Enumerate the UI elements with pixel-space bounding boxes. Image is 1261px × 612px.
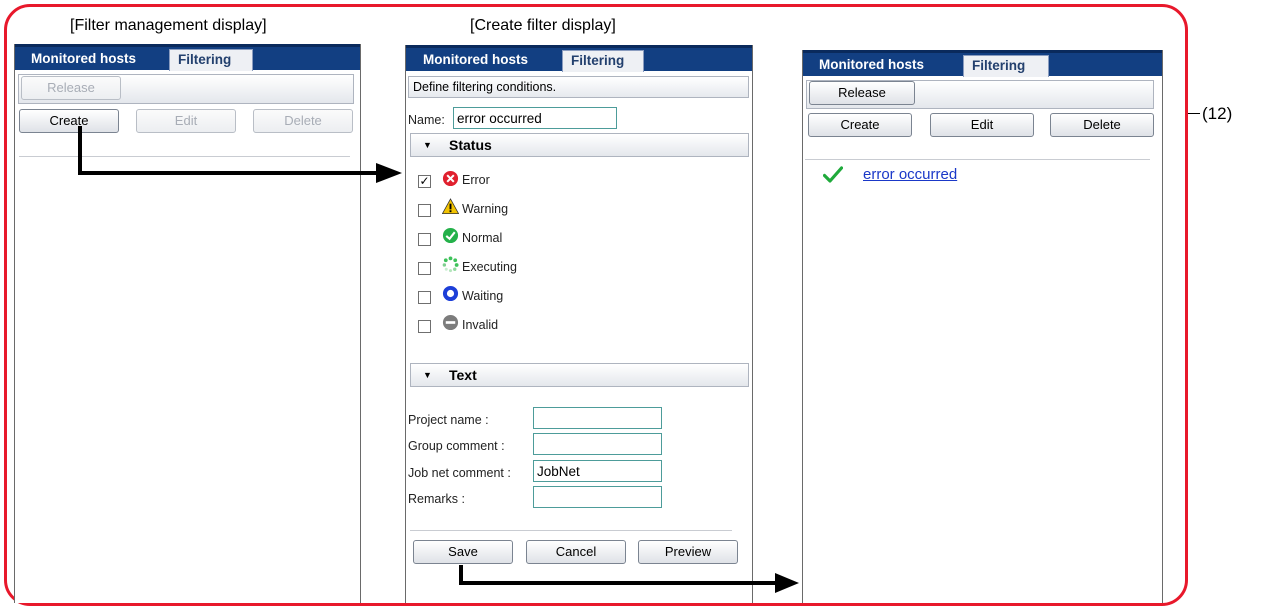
tab-bar: Monitored hosts Filtering: [406, 45, 752, 72]
group-comment-input[interactable]: [533, 433, 662, 455]
error-checkbox[interactable]: ✓: [418, 175, 431, 188]
tab-monitored-hosts[interactable]: Monitored hosts: [811, 55, 932, 77]
text-section-title: Text: [449, 367, 477, 383]
cancel-button[interactable]: Cancel: [526, 540, 626, 564]
status-label-invalid: Invalid: [462, 318, 499, 332]
waiting-icon: [442, 285, 459, 302]
description-bar: Define filtering conditions.: [408, 76, 749, 98]
job-net-comment-input[interactable]: [533, 460, 662, 482]
group-comment-label: Group comment :: [408, 439, 505, 453]
tab-monitored-hosts[interactable]: Monitored hosts: [415, 50, 536, 72]
remarks-label: Remarks :: [408, 492, 465, 506]
tab-filtering[interactable]: Filtering: [562, 50, 644, 72]
delete-button[interactable]: Delete: [253, 109, 353, 133]
filter-link-error-occurred[interactable]: error occurred: [863, 166, 957, 183]
tab-bar: Monitored hosts Filtering: [803, 50, 1162, 77]
edit-button[interactable]: Edit: [930, 113, 1034, 137]
invalid-checkbox[interactable]: [418, 320, 431, 333]
arrow-save-horizontal: [459, 581, 777, 585]
collapse-triangle-icon: ▼: [423, 370, 432, 380]
warning-icon: [442, 198, 459, 214]
remarks-input[interactable]: [533, 486, 662, 508]
create-filter-panel: Monitored hosts Filtering Define filteri…: [405, 45, 753, 603]
waiting-checkbox[interactable]: [418, 291, 431, 304]
job-net-comment-label: Job net comment :: [408, 466, 511, 480]
status-section-title: Status: [449, 137, 492, 153]
status-label-error: Error: [462, 173, 490, 187]
create-button[interactable]: Create: [19, 109, 119, 133]
status-label-warning: Warning: [462, 202, 509, 216]
executing-icon: [442, 256, 459, 273]
caption-filter-management: [Filter management display]: [70, 17, 267, 34]
tab-monitored-hosts[interactable]: Monitored hosts: [23, 49, 144, 71]
tab-filtering[interactable]: Filtering: [963, 55, 1049, 77]
project-name-input[interactable]: [533, 407, 662, 429]
collapse-triangle-icon: ▼: [423, 140, 432, 150]
status-label-waiting: Waiting: [462, 289, 504, 303]
separator: [19, 156, 350, 157]
tab-bar: Monitored hosts Filtering: [15, 44, 360, 71]
save-button[interactable]: Save: [413, 540, 513, 564]
checkmark-icon: [823, 166, 843, 183]
name-input[interactable]: [453, 107, 617, 129]
callout-label: (12): [1202, 104, 1233, 123]
normal-icon: [442, 227, 459, 244]
status-label-executing: Executing: [462, 260, 517, 274]
release-button[interactable]: Release: [21, 76, 121, 100]
executing-checkbox[interactable]: [418, 262, 431, 275]
separator: [410, 530, 732, 531]
status-section-header[interactable]: ▼ Status: [410, 133, 749, 157]
warning-checkbox[interactable]: [418, 204, 431, 217]
preview-button[interactable]: Preview: [638, 540, 738, 564]
arrow-create-horizontal: [78, 171, 378, 175]
arrow-head-icon: [775, 573, 799, 593]
callout-line: [1188, 113, 1200, 114]
normal-checkbox[interactable]: [418, 233, 431, 246]
separator: [805, 159, 1150, 160]
error-icon: [442, 170, 459, 187]
project-name-label: Project name :: [408, 413, 489, 427]
invalid-icon: [442, 314, 459, 331]
filter-management-panel: Monitored hosts Filtering Release Create…: [14, 44, 361, 603]
edit-button[interactable]: Edit: [136, 109, 236, 133]
tab-filtering[interactable]: Filtering: [169, 49, 253, 71]
filter-result-panel: Monitored hosts Filtering Release Create…: [802, 50, 1163, 603]
status-label-normal: Normal: [462, 231, 503, 245]
caption-create-filter: [Create filter display]: [470, 17, 616, 34]
delete-button[interactable]: Delete: [1050, 113, 1154, 137]
text-section-header[interactable]: ▼ Text: [410, 363, 749, 387]
arrow-head-icon: [376, 163, 402, 183]
name-label: Name:: [408, 113, 445, 127]
arrow-create-vertical: [78, 126, 82, 174]
release-button[interactable]: Release: [809, 81, 915, 105]
create-button[interactable]: Create: [808, 113, 912, 137]
